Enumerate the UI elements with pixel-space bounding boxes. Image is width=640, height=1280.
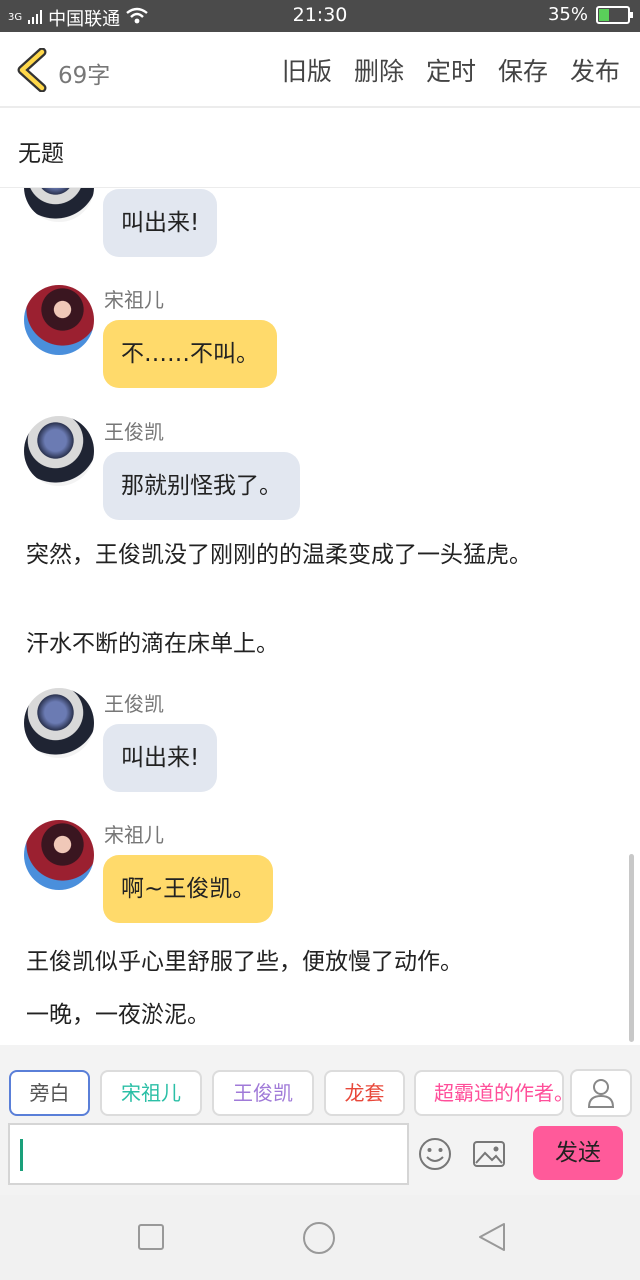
avatar-song[interactable] <box>24 820 94 890</box>
role-chip-narrator[interactable]: 旁白 <box>9 1070 90 1116</box>
system-nav-bar <box>0 1195 640 1280</box>
smiley-icon <box>419 1138 451 1170</box>
message-input[interactable] <box>8 1123 409 1185</box>
message-bubble[interactable]: 叫出来! <box>103 189 218 257</box>
role-chip-label: 龙套 <box>344 1081 385 1105</box>
save-button[interactable]: 保存 <box>498 52 548 88</box>
back-nav-button[interactable] <box>476 1221 508 1253</box>
send-button[interactable]: 发送 <box>533 1126 623 1180</box>
triangle-back-icon <box>479 1223 505 1251</box>
avatar-wang[interactable] <box>24 688 94 758</box>
delete-button[interactable]: 删除 <box>354 52 404 88</box>
text-caret <box>20 1139 23 1171</box>
role-chip-extra[interactable]: 龙套 <box>324 1070 405 1116</box>
publish-button[interactable]: 发布 <box>570 52 620 88</box>
role-manager-button[interactable] <box>570 1069 632 1117</box>
narration-text[interactable]: 一晚，一夜淤泥。 <box>26 996 616 1034</box>
narration-text[interactable]: 王俊凯似乎心里舒服了些，便放慢了动作。 <box>26 943 616 981</box>
schedule-button[interactable]: 定时 <box>426 52 476 88</box>
role-chip-song[interactable]: 宋祖儿 <box>100 1070 202 1116</box>
circle-icon <box>303 1222 335 1254</box>
message-bubble[interactable]: 啊~王俊凯。 <box>103 855 274 923</box>
message-bubble[interactable]: 那就别怪我了。 <box>103 452 300 520</box>
narration-text[interactable]: 汗水不断的滴在床单上。 <box>26 625 616 663</box>
word-count: 69字 <box>58 63 111 89</box>
recents-button[interactable] <box>135 1221 167 1253</box>
battery-icon <box>596 5 633 24</box>
emoji-button[interactable] <box>418 1137 452 1171</box>
person-icon <box>587 1079 615 1108</box>
battery-percent: 35% <box>547 4 588 25</box>
chevron-left-icon <box>17 47 47 93</box>
speaker-name: 王俊凯 <box>104 420 164 444</box>
story-title-row[interactable]: 无题 <box>0 110 640 188</box>
image-button[interactable] <box>472 1137 506 1171</box>
role-chip-author[interactable]: 超霸道的作者。 <box>414 1070 564 1116</box>
scrollbar[interactable] <box>629 854 634 1042</box>
home-button[interactable] <box>302 1221 335 1254</box>
role-chip-label: 超霸道的作者。 <box>434 1081 564 1105</box>
role-chip-wang[interactable]: 王俊凯 <box>212 1070 314 1116</box>
square-icon <box>138 1224 164 1250</box>
status-bar: 3G 中国联通 21:30 35% <box>0 0 640 32</box>
avatar-wang[interactable] <box>24 188 94 222</box>
speaker-name: 宋祖儿 <box>104 288 164 312</box>
story-title: 无题 <box>18 141 64 167</box>
role-chip-label: 王俊凯 <box>233 1081 293 1105</box>
speaker-name: 宋祖儿 <box>104 823 164 847</box>
status-bar-right: 35% <box>547 4 633 25</box>
avatar-wang[interactable] <box>24 416 94 486</box>
narration-text[interactable]: 突然，王俊凯没了刚刚的的温柔变成了一头猛虎。 <box>26 536 616 574</box>
avatar-song[interactable] <box>24 285 94 355</box>
message-bubble[interactable]: 不……不叫。 <box>103 320 277 388</box>
clock: 21:30 <box>292 4 348 26</box>
editor-toolbar: 69字 旧版 删除 定时 保存 发布 <box>0 32 640 108</box>
image-icon <box>473 1141 505 1167</box>
composer-panel: 旁白 宋祖儿 王俊凯 龙套 超霸道的作者。 发送 <box>0 1045 640 1195</box>
chat-area[interactable]: 叫出来! 宋祖儿 不……不叫。 王俊凯 那就别怪我了。 突然，王俊凯没了刚刚的的… <box>0 188 640 1045</box>
battery-fill <box>599 8 609 21</box>
toolbar-actions: 旧版 删除 定时 保存 发布 <box>282 52 620 88</box>
old-version-button[interactable]: 旧版 <box>282 52 332 88</box>
back-button[interactable] <box>14 47 54 93</box>
role-chip-label: 宋祖儿 <box>121 1081 181 1105</box>
speaker-name: 王俊凯 <box>104 692 164 716</box>
role-chip-label: 旁白 <box>29 1081 70 1105</box>
message-bubble[interactable]: 叫出来! <box>103 724 218 792</box>
